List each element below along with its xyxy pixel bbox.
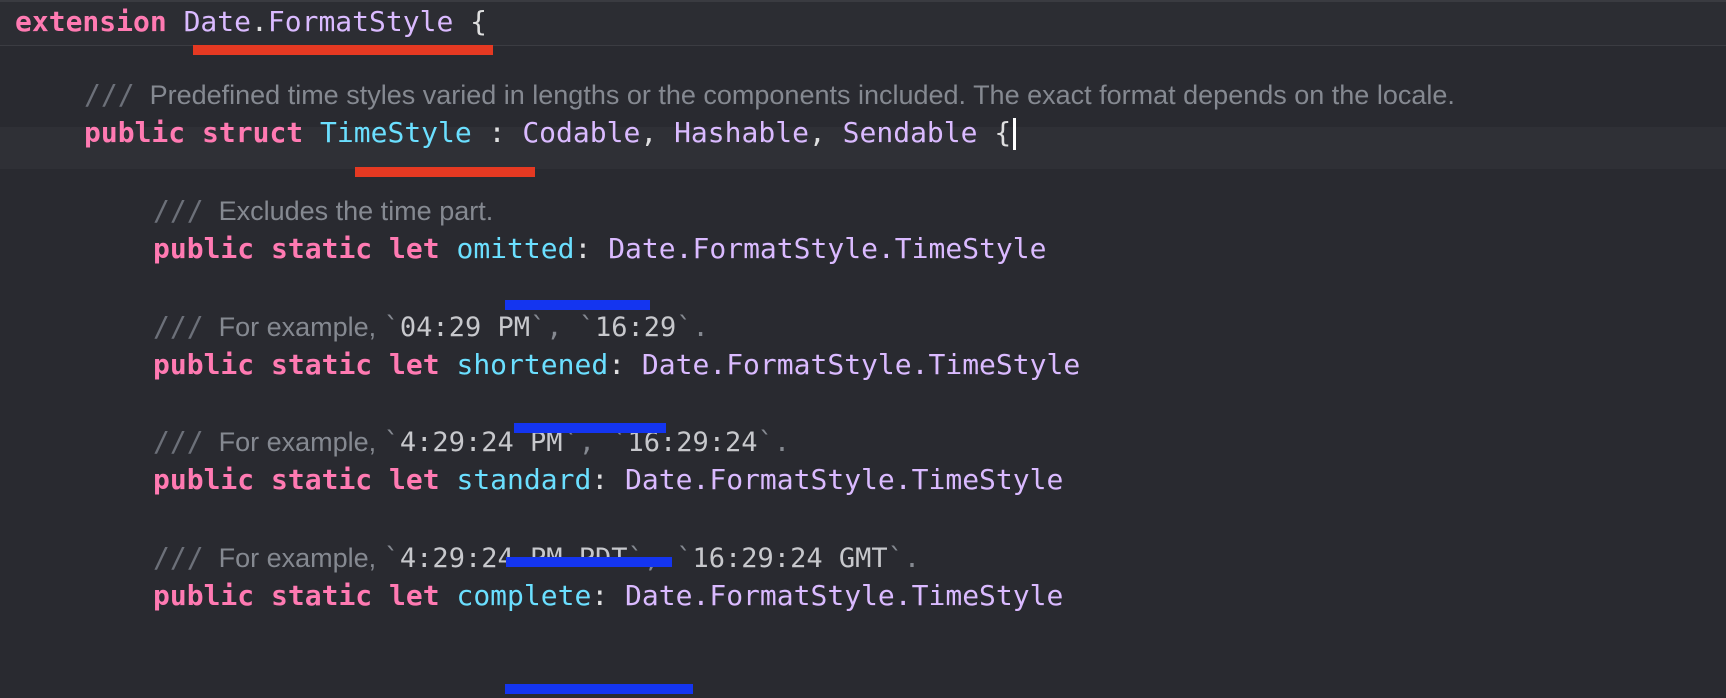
doc-comment-standard: /// For example, `4:29:24 PM`, `16:29:24… [153, 425, 791, 458]
doc-comment-omitted: /// Excludes the time part. [153, 194, 494, 227]
doc-comment-struct: /// Predefined time styles varied in len… [84, 78, 1455, 111]
code-line-extension[interactable]: extension Date.FormatStyle { [15, 1, 487, 43]
type-date: Date [183, 5, 252, 38]
member-name-complete: complete [456, 579, 592, 612]
code-line-standard[interactable]: public static let standard: Date.FormatS… [153, 459, 1063, 501]
member-name-standard: standard [456, 463, 592, 496]
struct-name-timestyle: TimeStyle [320, 116, 472, 149]
type-formatstyle: FormatStyle [267, 5, 454, 38]
member-name-omitted: omitted [456, 232, 575, 265]
code-line-shortened[interactable]: public static let shortened: Date.Format… [153, 344, 1080, 386]
text-cursor [1013, 118, 1017, 150]
blue-underline-shortened [514, 423, 666, 433]
blue-underline-standard [506, 557, 672, 567]
code-line-complete[interactable]: public static let complete: Date.FormatS… [153, 575, 1063, 617]
blue-underline-omitted [505, 300, 650, 310]
doc-comment-shortened: /// For example, `04:29 PM`, `16:29`. [153, 310, 709, 343]
blue-underline-complete [505, 684, 693, 694]
red-underline-timestyle [355, 167, 535, 177]
red-underline-date-formatstyle [193, 45, 493, 55]
keyword-extension: extension [15, 5, 167, 38]
code-line-omitted[interactable]: public static let omitted: Date.FormatSt… [153, 228, 1047, 270]
member-name-shortened: shortened [456, 348, 609, 381]
code-line-struct[interactable]: public struct TimeStyle : Codable, Hasha… [84, 112, 1017, 154]
